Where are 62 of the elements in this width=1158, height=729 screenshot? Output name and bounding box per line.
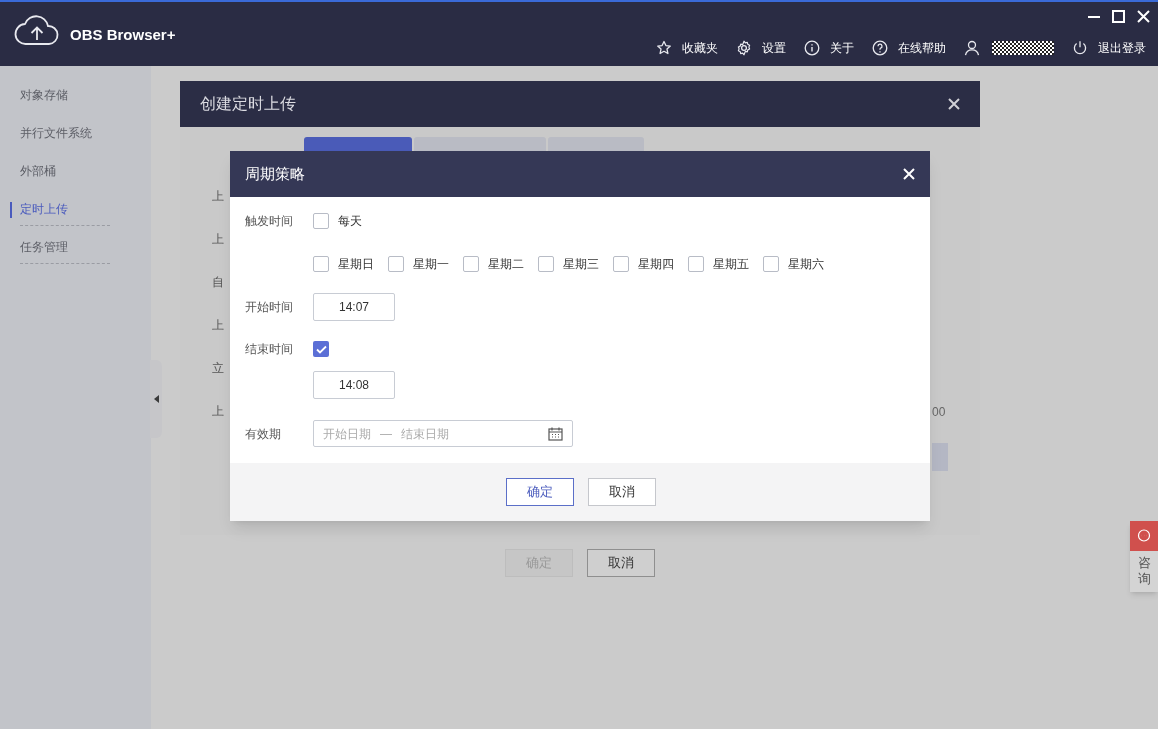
redacted-name-icon [992,41,1054,55]
info-icon [804,40,820,56]
field-label: 上 [212,188,224,205]
checkbox[interactable] [463,256,479,272]
chat-icon [1137,529,1151,543]
collapse-handle[interactable] [150,360,162,438]
star-icon [656,40,672,56]
checkbox[interactable] [313,213,329,229]
field-label: 自 [212,274,224,291]
consult-tab[interactable] [1130,521,1158,551]
field-label: 有效期 [245,425,282,443]
help-icon [872,40,888,56]
calendar-icon [548,426,563,441]
checkbox[interactable] [388,256,404,272]
field-label: 触发时间 [245,213,294,230]
close-icon[interactable] [948,98,960,110]
checkbox-label: 星期一 [413,256,449,273]
field-label: 上 [212,403,224,420]
checkbox[interactable] [688,256,704,272]
checkbox[interactable] [538,256,554,272]
checkbox[interactable] [763,256,779,272]
power-icon [1072,40,1088,56]
field-label: 立 [212,360,224,377]
header-link[interactable]: 在线帮助 [872,39,946,57]
time-field[interactable]: 14:07 [313,293,395,321]
checkbox[interactable] [613,256,629,272]
checkbox-label: 星期二 [488,256,524,273]
consult-label[interactable]: 咨询 [1130,551,1158,592]
field-label: 上 [212,231,224,248]
sidebar-item[interactable]: 外部桶 [20,162,56,180]
checkbox-label: 星期三 [563,256,599,273]
sidebar-item[interactable]: 并行文件系统 [20,124,92,142]
value-text: 00 [932,404,946,421]
field-label: 上 [212,317,224,334]
sidebar-item[interactable]: 定时上传 [20,200,68,218]
checkbox-label: 星期四 [638,256,674,273]
user-icon [964,40,980,56]
field-label: 开始时间 [245,299,294,316]
dialog-button[interactable]: 确定 [506,478,574,506]
dialog-title: 周期策略 [245,163,305,184]
sidebar-item[interactable]: 对象存储 [20,86,68,104]
checkbox[interactable] [313,341,329,357]
checkbox[interactable] [313,256,329,272]
settings-icon [736,40,752,56]
header-link[interactable]: 设置 [736,39,786,57]
checkbox-label: 星期日 [338,256,374,273]
header-link[interactable]: 收藏夹 [656,39,718,57]
button-background [932,443,948,471]
dialog-title: 创建定时上传 [200,94,296,114]
header-link[interactable]: 退出登录 [1072,39,1146,57]
dialog-button[interactable]: 取消 [587,549,655,577]
time-field[interactable]: 14:08 [313,371,395,399]
app-title: OBS Browser+ [70,25,176,45]
header-link[interactable]: 关于 [804,39,854,57]
field-label: 结束时间 [245,341,294,358]
checkbox-label: 星期六 [788,256,824,273]
cloud-upload-icon [14,14,60,46]
dialog-button[interactable]: 取消 [588,478,656,506]
maximize-icon[interactable] [1112,10,1125,23]
checkbox-label: 每天 [338,213,362,230]
checkbox-label: 星期五 [713,256,749,273]
sidebar-item[interactable]: 任务管理 [20,238,68,256]
